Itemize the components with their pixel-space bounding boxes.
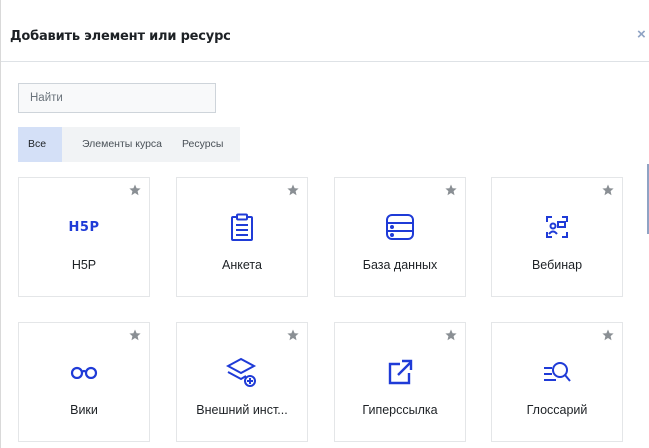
tile-glossary[interactable]: Глоссарий [491,322,623,442]
tile-survey[interactable]: Анкета [176,177,308,297]
external-link-icon [384,356,416,388]
star-icon[interactable] [287,329,299,341]
star-icon[interactable] [129,184,141,196]
star-icon[interactable] [602,184,614,196]
star-icon[interactable] [129,329,141,341]
tile-label: Гиперссылка [362,403,438,417]
tile-label: H5P [71,258,97,272]
h5p-icon: H5P [68,219,100,235]
list-search-icon [541,356,573,388]
tile-label: Внешний инст... [196,403,288,417]
tile-webinar[interactable]: Вебинар [491,177,623,297]
star-icon[interactable] [602,329,614,341]
add-activity-modal: Добавить элемент или ресурс × Все Элемен… [0,0,649,448]
tile-database[interactable]: База данных [334,177,466,297]
star-icon[interactable] [445,329,457,341]
tile-url[interactable]: Гиперссылка [334,322,466,442]
webinar-icon [541,211,573,243]
tile-external-tool[interactable]: Внешний инст... [176,322,308,442]
database-icon [384,211,416,243]
tile-label: Анкета [222,258,262,272]
glasses-icon [68,356,100,388]
tile-label: База данных [362,258,438,272]
clipboard-icon [226,211,258,243]
close-button[interactable]: × [637,27,646,42]
modal-title: Добавить элемент или ресурс [10,29,231,44]
tile-label: Вики [70,403,98,417]
layers-plus-icon [226,356,258,388]
star-icon[interactable] [445,184,457,196]
category-tabs: Все Элементы курса Ресурсы [18,127,240,162]
tile-wiki[interactable]: Вики [18,322,150,442]
star-icon[interactable] [287,184,299,196]
modal-header: Добавить элемент или ресурс × [1,0,649,62]
tab-resources[interactable]: Ресурсы [182,127,240,162]
search-field[interactable] [18,83,216,113]
tile-label: Вебинар [531,258,583,272]
tab-all[interactable]: Все [18,127,62,162]
search-input[interactable] [19,84,215,112]
tab-activities[interactable]: Элементы курса [62,127,182,162]
tile-h5p[interactable]: H5P H5P [18,177,150,297]
tile-label: Глоссарий [526,403,588,417]
